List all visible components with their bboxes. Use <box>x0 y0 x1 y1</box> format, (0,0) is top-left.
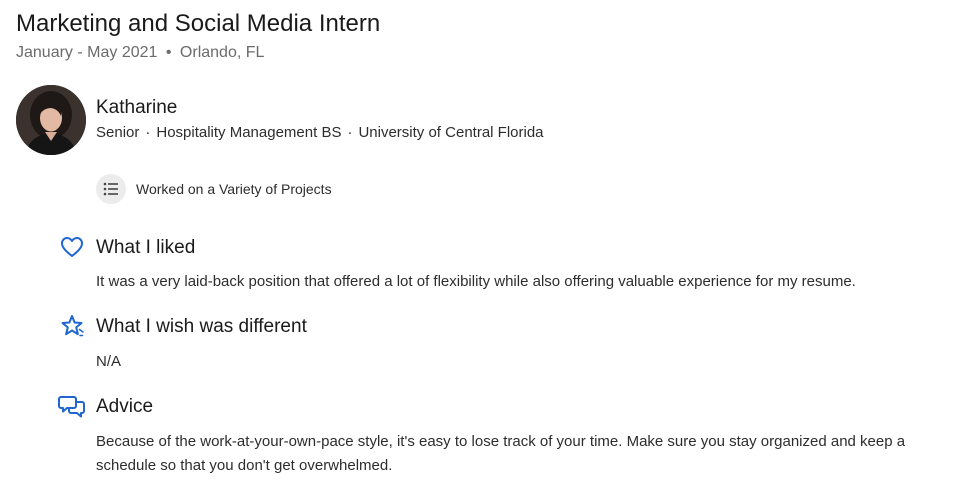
subtitle-separator: • <box>165 44 172 61</box>
author-meta: Senior · Hospitality Management BS · Univers… <box>96 123 544 143</box>
avatar-photo <box>16 85 86 155</box>
meta-dot: · <box>145 124 151 141</box>
heart-icon <box>58 233 86 261</box>
author-major: Hospitality Management BS <box>156 124 342 141</box>
section-body-advice: Because of the work-at-your-own-pace sty… <box>96 433 906 474</box>
review-title: Marketing and Social Media Intern <box>16 10 381 37</box>
list-icon <box>96 174 126 204</box>
author-name[interactable]: Katharine <box>96 97 177 119</box>
review-dates: January - May 2021 <box>16 44 158 61</box>
meta-dot: · <box>347 124 353 141</box>
section-title-liked: What I liked <box>96 237 196 258</box>
section-body-liked: It was a very laid-back position that of… <box>96 273 856 290</box>
review-location: Orlando, FL <box>179 44 265 61</box>
section-title-wish: What I wish was different <box>96 316 307 337</box>
project-tag-label: Worked on a Variety of Projects <box>136 181 332 197</box>
project-tag: Worked on a Variety of Projects <box>96 174 332 204</box>
chat-bubbles-icon <box>58 392 86 420</box>
review-subtitle: January - May 2021 • Orlando, FL <box>16 43 264 63</box>
star-icon <box>58 312 86 340</box>
avatar[interactable] <box>16 85 86 155</box>
author-school: University of Central Florida <box>358 124 544 141</box>
section-body-wish: N/A <box>96 353 122 370</box>
section-title-advice: Advice <box>96 396 154 417</box>
author-year: Senior <box>96 124 140 141</box>
